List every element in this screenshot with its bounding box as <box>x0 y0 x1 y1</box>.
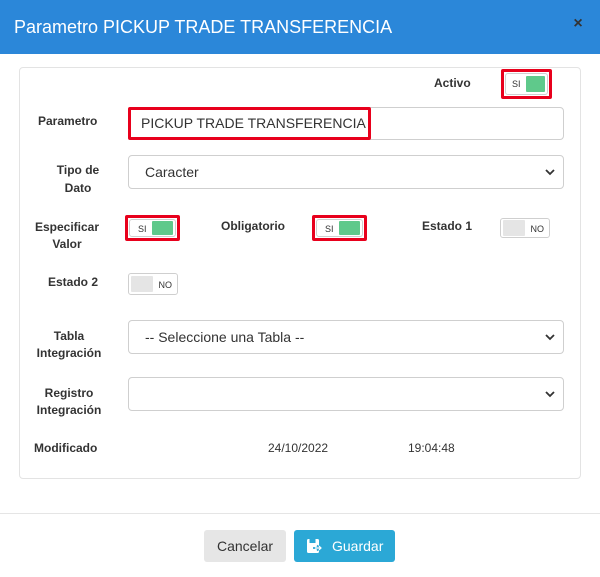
parametro-label: Parametro <box>38 114 98 128</box>
tabla-integracion-label-line2: Integración <box>36 346 102 360</box>
save-button-label: Guardar <box>332 538 384 554</box>
especificar-valor-label: Especificar Valor <box>32 219 102 252</box>
estado1-toggle-text: NO <box>530 224 545 234</box>
estado2-toggle[interactable]: NO <box>128 273 178 295</box>
tabla-integracion-label-line1: Tabla <box>53 329 85 343</box>
activo-label: Activo <box>434 76 471 90</box>
modificado-label: Modificado <box>34 441 98 455</box>
estado2-toggle-text: NO <box>158 280 173 290</box>
estado1-toggle[interactable]: NO <box>500 218 550 238</box>
tipo-dato-label-line2: Dato <box>64 181 92 195</box>
registro-integracion-label-line1: Registro <box>44 386 94 400</box>
registro-integracion-select[interactable] <box>128 377 564 411</box>
chevron-down-icon <box>545 334 555 341</box>
tipo-dato-label-line1: Tipo de <box>56 163 100 177</box>
estado2-toggle-knob <box>131 276 153 292</box>
estado2-label: Estado 2 <box>48 275 99 289</box>
estado1-label: Estado 1 <box>422 219 473 233</box>
especificar-valor-label-line1: Especificar <box>34 220 100 234</box>
modificado-date: 24/10/2022 <box>268 441 329 455</box>
modificado-time: 19:04:48 <box>408 441 455 455</box>
cancel-button[interactable]: Cancelar <box>204 530 286 562</box>
obligatorio-toggle[interactable]: SI <box>316 219 363 237</box>
tipo-dato-label: Tipo de Dato <box>52 162 104 196</box>
close-icon[interactable]: × <box>570 14 586 34</box>
chevron-down-icon <box>545 391 555 398</box>
activo-toggle-text: SI <box>512 79 521 89</box>
obligatorio-toggle-knob <box>339 221 360 235</box>
especificar-valor-toggle-knob <box>152 221 173 235</box>
especificar-valor-toggle-text: SI <box>138 224 147 234</box>
especificar-valor-label-line2: Valor <box>52 237 82 251</box>
tipo-dato-select[interactable]: Caracter <box>128 155 564 189</box>
tabla-integracion-select[interactable]: -- Seleccione una Tabla -- <box>128 320 564 354</box>
tabla-integracion-value: -- Seleccione una Tabla -- <box>145 329 305 345</box>
tipo-dato-value: Caracter <box>145 164 199 180</box>
activo-toggle[interactable]: SI <box>505 73 548 95</box>
estado1-toggle-knob <box>503 220 525 236</box>
modal-header: Parametro PICKUP TRADE TRANSFERENCIA × <box>0 0 600 54</box>
obligatorio-toggle-text: SI <box>325 224 334 234</box>
footer-divider <box>0 513 600 514</box>
save-button[interactable]: Guardar <box>294 530 395 562</box>
activo-toggle-knob <box>526 76 545 92</box>
modal-title: Parametro PICKUP TRADE TRANSFERENCIA <box>14 17 393 37</box>
obligatorio-label: Obligatorio <box>221 219 285 233</box>
registro-integracion-label: Registro Integración <box>33 385 105 418</box>
especificar-valor-toggle[interactable]: SI <box>129 219 176 237</box>
parametro-highlight <box>128 107 371 140</box>
save-icon <box>307 539 322 553</box>
tabla-integracion-label: Tabla Integración <box>33 328 105 361</box>
registro-integracion-label-line2: Integración <box>36 403 102 417</box>
chevron-down-icon <box>545 169 555 176</box>
